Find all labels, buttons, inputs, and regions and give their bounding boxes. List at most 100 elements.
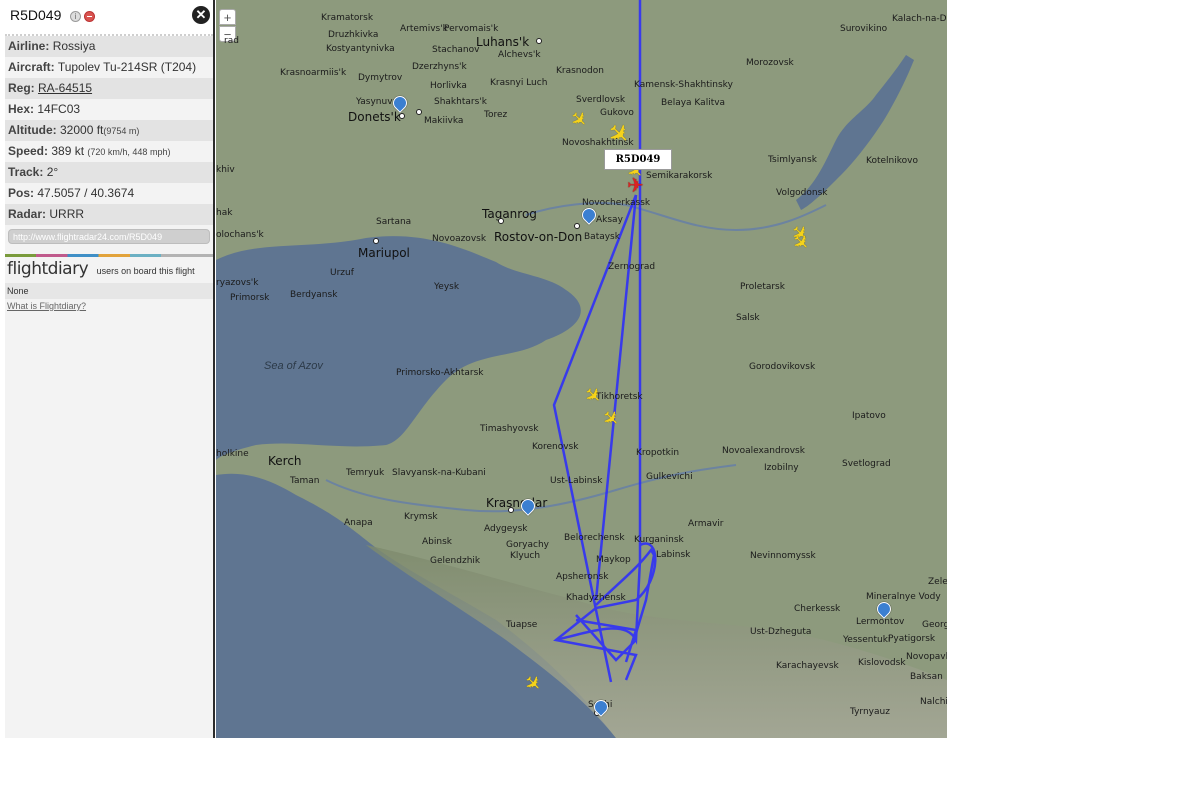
city-label: Korenovsk — [532, 442, 579, 452]
city-label: Proletarsk — [740, 282, 785, 292]
hex-label: Hex: — [8, 102, 35, 116]
city-label: Georg — [922, 620, 947, 630]
city-label: Belorechensk — [564, 533, 625, 543]
map-view[interactable]: + − Sea of Azov Kramatorsk Artemivs'k Lu… — [216, 0, 947, 738]
track-row: Track: 2° — [5, 162, 213, 183]
city-label: Krasnyi Luch — [490, 78, 548, 88]
hex-value: 14FC03 — [37, 102, 81, 116]
city-dot — [416, 109, 422, 115]
city-label: Torez — [484, 110, 508, 120]
city-label: Temryuk — [346, 468, 385, 478]
altitude-label: Altitude: — [8, 123, 57, 137]
registration-link[interactable]: RA-64515 — [38, 81, 92, 95]
city-label: Belaya Kalitva — [661, 98, 726, 108]
city-label: Druzhkivka — [328, 30, 379, 40]
city-label: Krymsk — [404, 512, 438, 522]
city-label: Gukovo — [600, 108, 634, 118]
city-label: Zele — [928, 577, 947, 587]
flight-label[interactable]: R5D049 — [604, 149, 672, 170]
city-label: Maykop — [596, 555, 631, 565]
pos-value: 47.5057 / 40.3674 — [37, 186, 135, 200]
speed-value: 389 kt — [51, 144, 85, 158]
city-label: Krasnodon — [556, 66, 604, 76]
flightdiary-logo: flightdiary — [7, 259, 89, 279]
don-river — [525, 202, 827, 232]
city-label: Donets'k — [348, 110, 401, 124]
tsimlyansk-reservoir — [796, 55, 914, 210]
city-label: Kropotkin — [636, 448, 680, 458]
city-label: Kramatorsk — [321, 13, 374, 23]
flightdiary-row: flightdiary users on board this flight — [5, 257, 213, 281]
flightdiary-help-link[interactable]: What is Flightdiary? — [5, 301, 213, 311]
city-label: Urzuf — [330, 268, 354, 278]
city-label: Dzerzhyns'k — [412, 62, 467, 72]
city-label: Pyatigorsk — [888, 634, 936, 644]
city-label: Shakhtars'k — [434, 97, 487, 107]
city-label: Ust-Dzheguta — [750, 627, 812, 637]
city-label: Kalach-na-D — [892, 14, 947, 24]
city-label: Armavir — [688, 519, 724, 529]
city-label: Ust-Labinsk — [550, 476, 603, 486]
city-label: Tyrnyauz — [850, 707, 890, 717]
city-label: Baksan — [910, 672, 943, 682]
close-icon[interactable]: ✕ — [192, 6, 210, 24]
city-label: Pervomais'k — [444, 24, 499, 34]
aircraft-value: Tupolev Tu-214SR (T204) — [57, 60, 197, 74]
city-label: Artemivs'k — [400, 24, 448, 34]
city-label: Novocherkassk — [582, 198, 651, 208]
city-label: Mariupol — [358, 246, 410, 260]
city-label: Sverdlovsk — [576, 95, 626, 105]
city-label: Svetlograd — [842, 459, 891, 469]
city-label: Novoazovsk — [432, 234, 487, 244]
altitude-metric: (9754 m) — [103, 126, 140, 136]
city-label: Krasnoarmiis'k — [280, 68, 347, 78]
city-label: Timashyovsk — [480, 424, 539, 434]
city-label: Kerch — [268, 454, 302, 468]
flight-callsign: R5D049 — [10, 7, 62, 23]
city-dot — [498, 218, 504, 224]
city-label: Surovikino — [840, 24, 888, 34]
city-label: Kamensk-Shakhtinsky — [634, 80, 733, 90]
speed-label: Speed: — [8, 144, 49, 158]
aircraft-label: Aircraft: — [8, 60, 55, 74]
city-label: Nalchi — [920, 697, 947, 707]
city-label: Gulkevichi — [646, 472, 693, 482]
city-label: Primorsk — [230, 293, 270, 303]
city-label: Tuapse — [506, 620, 538, 630]
city-label: Labinsk — [656, 550, 691, 560]
flight-url-field[interactable]: http://www.flightradar24.com/R5D049 — [8, 229, 210, 244]
altitude-value: 32000 ft — [60, 123, 104, 137]
city-label: Slavyansk-na-Kubani — [392, 468, 486, 478]
city-dot — [536, 38, 542, 44]
radar-row: Radar: URRR — [5, 204, 213, 225]
city-label: Nevinnomyssk — [750, 551, 816, 561]
city-label: Stachanov — [432, 45, 480, 55]
pos-row: Pos: 47.5057 / 40.3674 — [5, 183, 213, 204]
city-label: Kurganinsk — [634, 535, 684, 545]
city-label: Novoalexandrovsk — [722, 446, 805, 456]
flightdiary-text: users on board this flight — [96, 266, 195, 276]
city-label: Zernograd — [608, 262, 656, 272]
city-label: Anapa — [344, 518, 373, 528]
radar-label: Radar: — [8, 207, 47, 221]
city-label: Alchevs'k — [498, 50, 541, 60]
city-label: holkine — [216, 449, 249, 459]
hide-icon[interactable] — [84, 11, 95, 22]
hex-row: Hex: 14FC03 — [5, 99, 213, 120]
city-label: Cherkessk — [794, 604, 841, 614]
zoom-in-button[interactable]: + — [219, 9, 236, 25]
city-label: Rostov-on-Don — [494, 230, 583, 244]
city-label: Dymytrov — [358, 73, 403, 83]
city-label: Kotelnikovo — [866, 156, 918, 166]
city-dot — [574, 223, 580, 229]
city-label: Khadyzhensk — [566, 593, 626, 603]
altitude-row: Altitude: 32000 ft(9754 m) — [5, 120, 213, 141]
track-label: Track: — [8, 165, 44, 179]
speed-row: Speed: 389 kt (720 km/h, 448 mph) — [5, 141, 213, 162]
city-dot — [373, 238, 379, 244]
info-icon[interactable]: i — [70, 11, 81, 22]
city-label: Novopavlo — [906, 652, 947, 662]
city-label: Yeysk — [434, 282, 460, 292]
reg-row: Reg: RA-64515 — [5, 78, 213, 99]
selected-plane-icon[interactable]: ✈ — [627, 176, 644, 196]
